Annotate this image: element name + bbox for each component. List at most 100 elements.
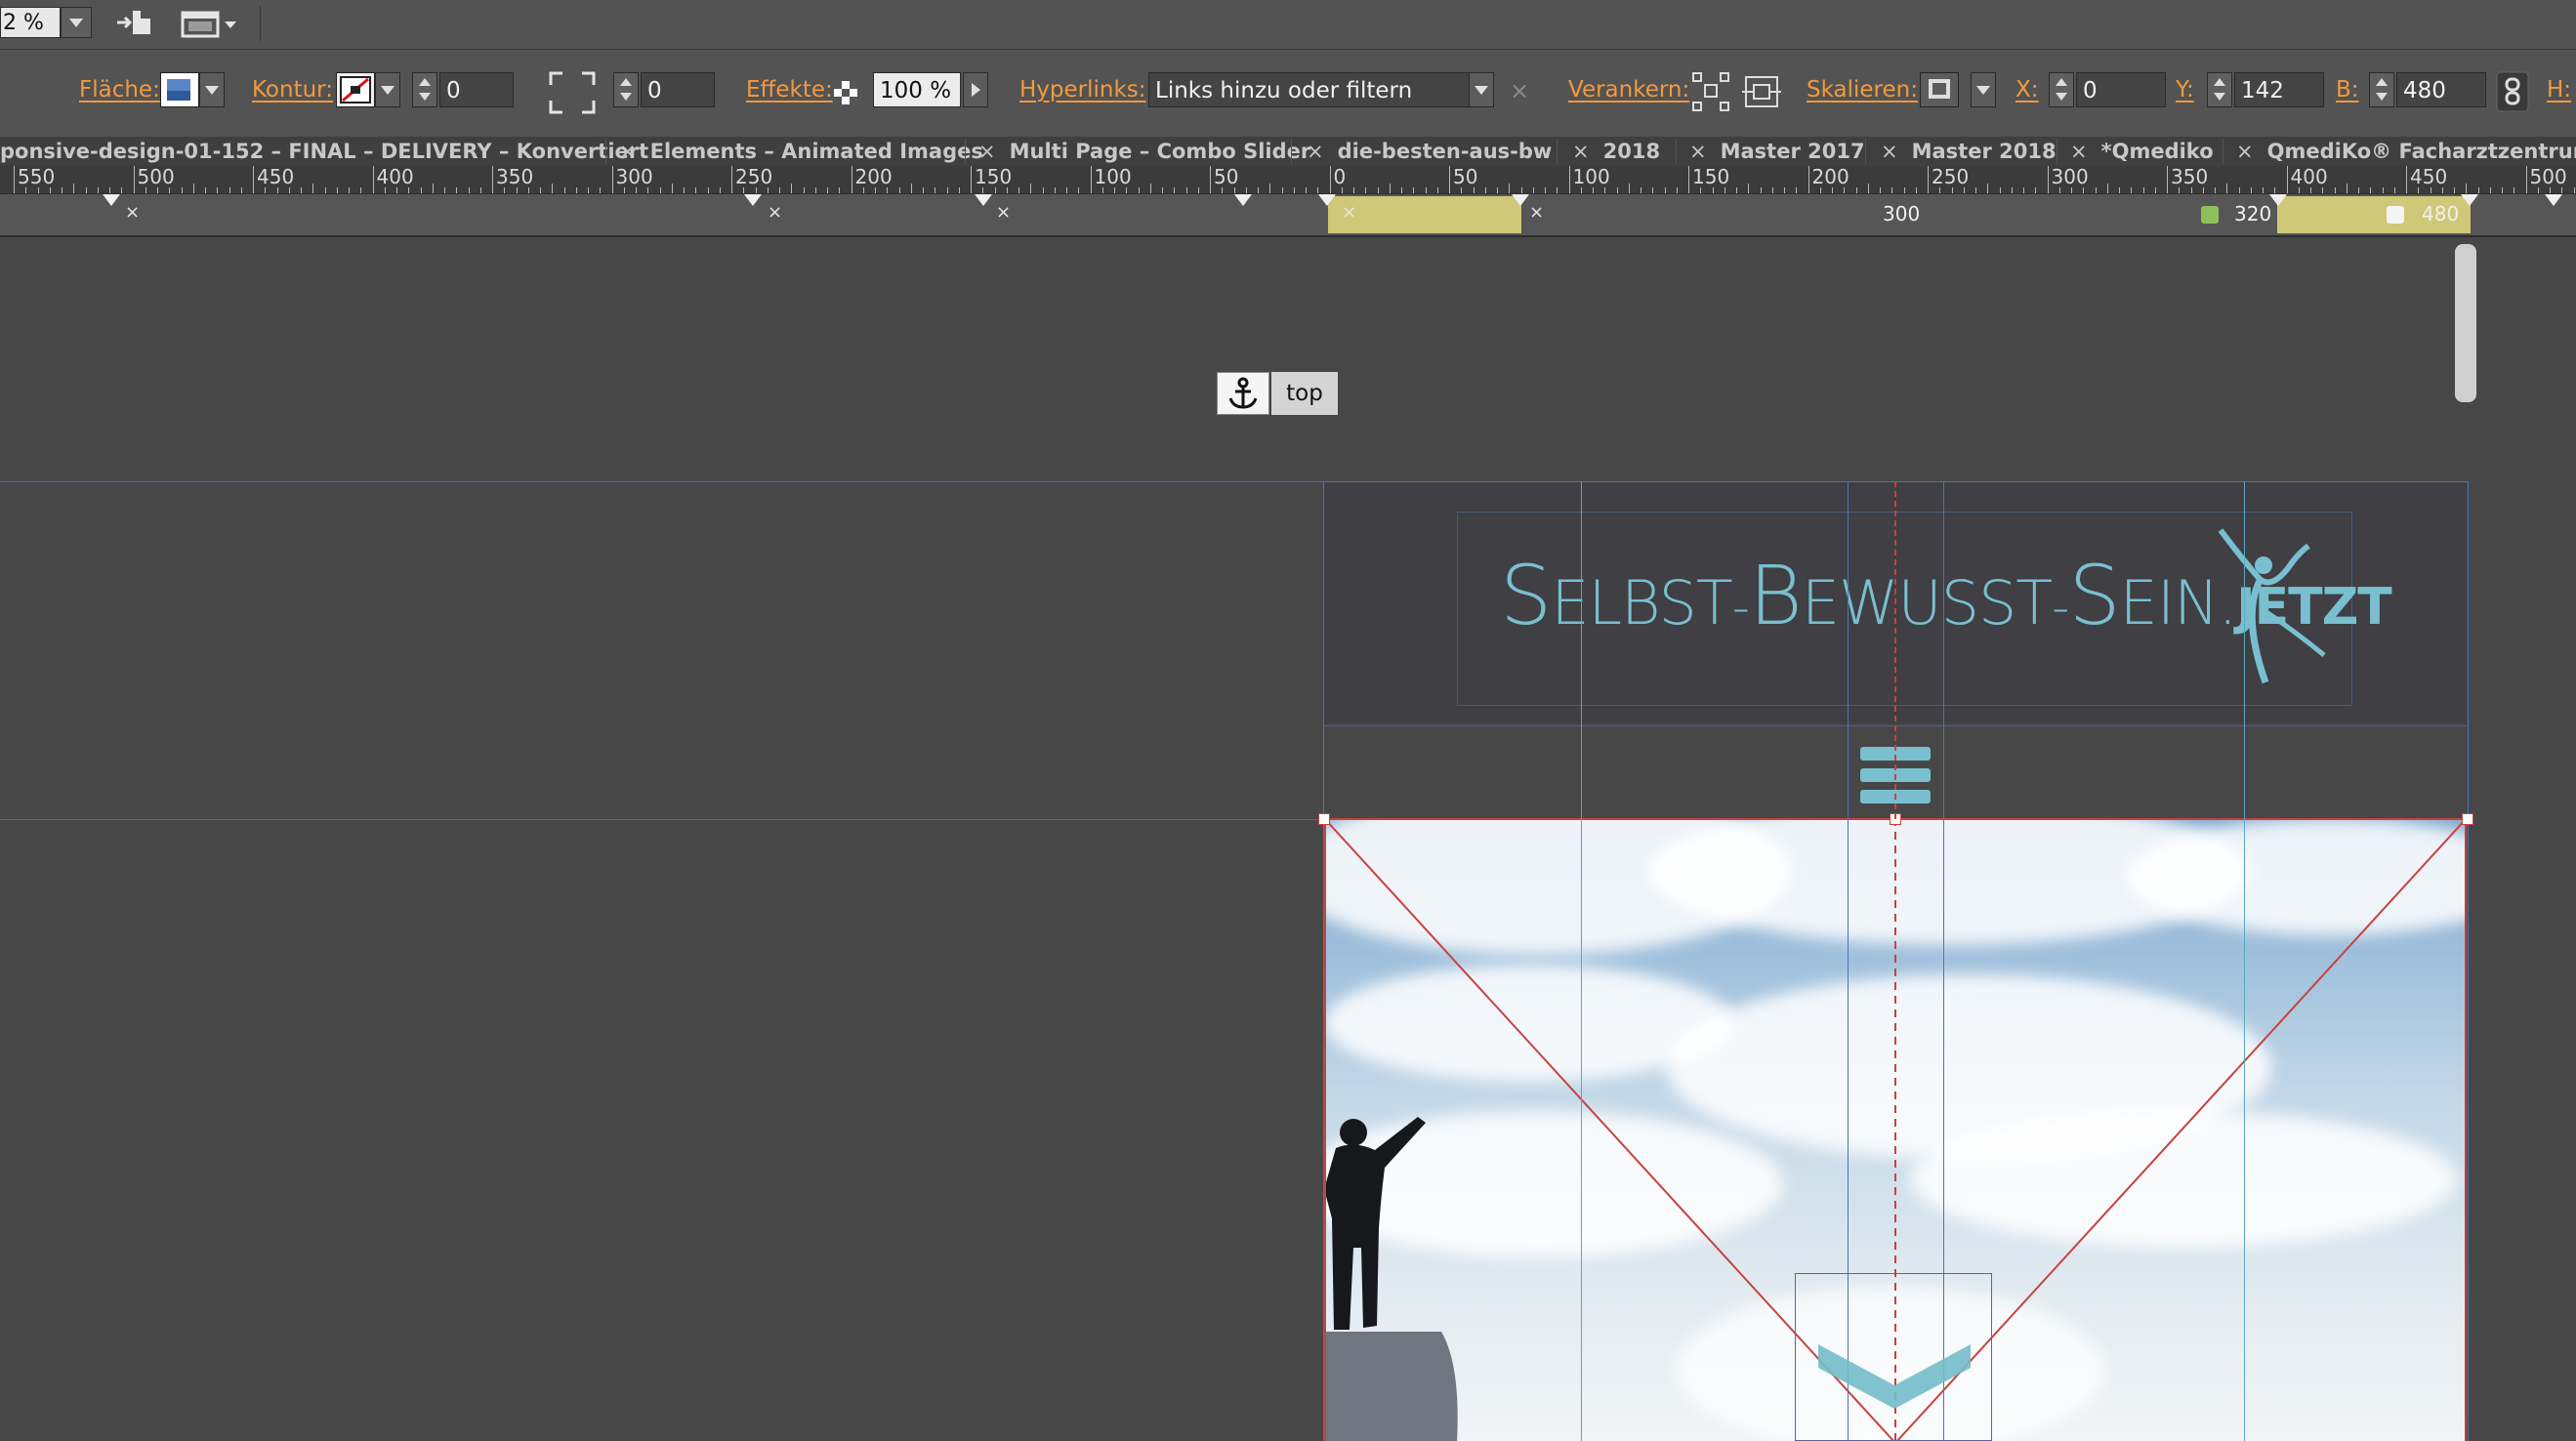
ruler-tick — [1436, 187, 1438, 193]
effekte-label[interactable]: Effekte: — [746, 77, 833, 103]
breakpoint-marker[interactable] — [2545, 194, 2562, 206]
breakpoint-close-icon[interactable]: × — [996, 202, 1011, 223]
ruler-tick — [2167, 166, 2168, 193]
ruler-tick — [623, 187, 625, 193]
tab-qmediko[interactable]: × *Qmediko — [2070, 137, 2214, 166]
tab-close-icon[interactable]: × — [1689, 140, 1707, 163]
breakpoint-close-icon[interactable]: × — [1529, 202, 1544, 223]
breakpoint-320-handle-icon[interactable] — [2201, 206, 2219, 224]
zoom-input[interactable]: 2 % — [0, 7, 61, 38]
no-stroke-icon — [340, 76, 371, 103]
tab-multi-page-combo-slider[interactable]: × Multi Page – Combo Slider — [978, 137, 1310, 166]
width-input[interactable]: 480 — [2396, 72, 2486, 107]
breakpoint-marker[interactable] — [103, 194, 120, 206]
tab-master-2017[interactable]: × Master 2017 — [1689, 137, 1865, 166]
breakpoint-marker[interactable] — [1318, 194, 1336, 206]
ruler-tick — [133, 166, 135, 193]
resize-icon[interactable] — [1742, 71, 1781, 112]
ruler-tick — [1101, 187, 1103, 193]
link-proportions-icon[interactable] — [2496, 71, 2529, 112]
tab-close-icon[interactable]: × — [1307, 140, 1324, 163]
guide-line[interactable] — [1581, 481, 1582, 1441]
opacity-slider-button[interactable] — [963, 72, 988, 107]
breakpoint-close-icon[interactable]: × — [125, 202, 140, 223]
b-label[interactable]: B: — [2336, 77, 2359, 103]
anchor-button[interactable] — [1217, 372, 1269, 415]
x-label[interactable]: X: — [2015, 77, 2039, 103]
tab-close-icon[interactable]: × — [2236, 140, 2254, 163]
stroke-swatch[interactable] — [336, 72, 375, 107]
fill-swatch[interactable] — [160, 72, 199, 107]
stroke-width-input[interactable]: 0 — [439, 72, 514, 107]
breakpoint-marker[interactable] — [744, 194, 762, 206]
scale-dropdown-button[interactable] — [1971, 72, 1996, 107]
ruler-tick-label: 50 — [1214, 166, 1239, 188]
hyperlinks-label[interactable]: Hyperlinks: — [1019, 77, 1146, 103]
tab-qmediko-facharztzentrum[interactable]: × QmediKo® Facharztzentrum Se — [2236, 137, 2576, 166]
breakpoint-close-icon[interactable]: × — [1342, 202, 1356, 223]
chevron-down-icon[interactable] — [1818, 1344, 1971, 1409]
stroke-dropdown-button[interactable] — [375, 72, 400, 107]
tab-2018[interactable]: × 2018 — [1572, 137, 1660, 166]
flaeche-label[interactable]: Fläche: — [79, 77, 160, 103]
tab-elements-animated-images[interactable]: × Elements – Animated Images — [619, 137, 983, 166]
tab-close-icon[interactable]: × — [978, 140, 996, 163]
breakpoint-marker[interactable] — [1234, 194, 1252, 206]
selection-handle[interactable] — [1318, 813, 1330, 825]
hyperlinks-select[interactable]: Links hinzu oder filtern — [1148, 72, 1471, 107]
y-stepper[interactable] — [2207, 72, 2232, 107]
tab-close-icon[interactable]: × — [1572, 140, 1590, 163]
corner-radius-input[interactable]: 0 — [641, 72, 715, 107]
y-input[interactable]: 142 — [2234, 72, 2324, 107]
breakpoint-marker[interactable] — [1512, 194, 1529, 206]
breakpoint-range-highlight[interactable] — [1328, 196, 1521, 233]
x-input[interactable]: 0 — [2076, 72, 2166, 107]
breakpoint-bar[interactable]: × × × × × 300 320 480 — [0, 194, 2576, 237]
breakpoint-marker[interactable] — [975, 194, 992, 206]
kontur-label[interactable]: Kontur: — [252, 77, 333, 103]
design-canvas[interactable]: top SELBST-BEWUSST-SEIN.JETZT — [0, 237, 2576, 1441]
ruler-tick-label: 300 — [2051, 166, 2089, 188]
h-label[interactable]: H: — [2547, 77, 2571, 103]
guide-line[interactable] — [2244, 481, 2245, 1441]
breakpoint-480-handle-icon[interactable] — [2387, 206, 2404, 224]
breakpoint-marker[interactable] — [2269, 194, 2287, 206]
tab-master-2018[interactable]: × Master 2018 — [1881, 137, 2057, 166]
hyperlinks-dropdown-button[interactable] — [1469, 72, 1494, 107]
ruler-tick — [2179, 187, 2181, 193]
tab-close-icon[interactable]: × — [619, 140, 637, 163]
view-options-icon[interactable] — [180, 8, 240, 39]
center-guide[interactable] — [1894, 481, 1896, 819]
tab-close-icon[interactable]: × — [1881, 140, 1898, 163]
anchor-pin-icon[interactable] — [1691, 71, 1730, 112]
breakpoint-close-icon[interactable]: × — [768, 202, 782, 223]
ruler-tick — [2489, 187, 2491, 193]
ruler-tick-label: 400 — [376, 166, 414, 188]
skalieren-label[interactable]: Skalieren: — [1807, 77, 1918, 103]
tab-responsive-design[interactable]: ponsive-design-01-152 – FINAL – DELIVERY… — [0, 137, 648, 166]
ruler-tick — [1210, 166, 1211, 193]
horizontal-ruler[interactable]: 550 500 450 400 350 300 250 200 150 100 50 0 50 100 15… — [0, 166, 2576, 194]
ruler-tick-label: 450 — [257, 166, 295, 188]
stroke-width-stepper[interactable] — [412, 72, 437, 107]
clear-hyperlink-icon[interactable]: × — [1510, 77, 1529, 104]
corner-radius-stepper[interactable] — [613, 72, 639, 107]
go-to-page-icon[interactable] — [115, 8, 158, 37]
anchor-name-label[interactable]: top — [1271, 372, 1338, 415]
opacity-input[interactable]: 100 % — [873, 72, 961, 107]
tab-die-besten-aus-bw[interactable]: × die-besten-aus-bw — [1307, 137, 1552, 166]
vertical-scrollbar-thumb[interactable] — [2455, 244, 2476, 402]
breakpoint-marker[interactable] — [2461, 194, 2478, 206]
width-stepper[interactable] — [2369, 72, 2394, 107]
ruler-tick — [420, 187, 422, 193]
x-stepper[interactable] — [2049, 72, 2074, 107]
selection-handle[interactable] — [2462, 813, 2473, 825]
chevron-down-icon — [381, 86, 395, 95]
verankern-label[interactable]: Verankern: — [1568, 77, 1689, 103]
tab-close-icon[interactable]: × — [2070, 140, 2088, 163]
zoom-dropdown-button[interactable] — [61, 7, 92, 38]
y-label[interactable]: Y: — [2176, 77, 2194, 103]
guide-line[interactable] — [0, 819, 1324, 820]
scale-mode-button[interactable] — [1920, 72, 1959, 107]
fill-dropdown-button[interactable] — [199, 72, 225, 107]
